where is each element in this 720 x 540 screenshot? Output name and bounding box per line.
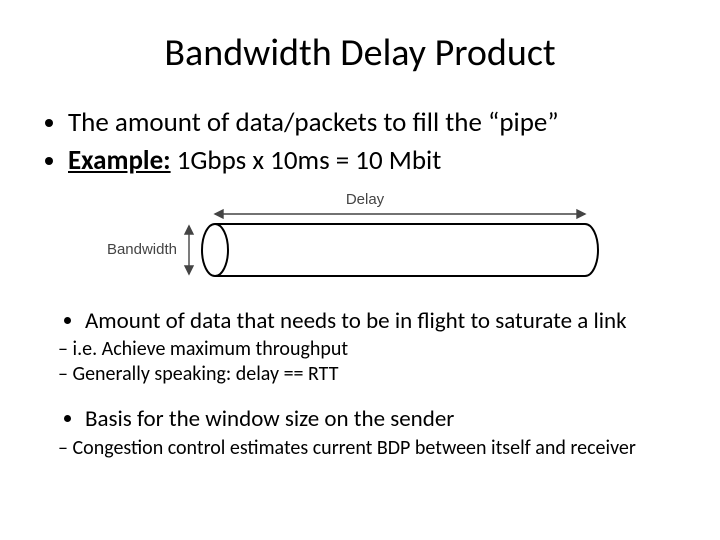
delay-label: Delay [346, 192, 385, 208]
bandwidth-arrow [185, 226, 193, 274]
bullet-example: Example: 1Gbps x 10ms = 10 Mbit [68, 144, 690, 178]
sub-delay-rtt: Generally speaking: delay == RTT [58, 362, 690, 387]
window-sub-list: Congestion control estimates current BDP… [30, 436, 690, 461]
sub-congestion-control: Congestion control estimates current BDP… [58, 436, 690, 461]
bullet-saturate: Amount of data that needs to be in fligh… [85, 307, 690, 336]
bullet-window-size: Basis for the window size on the sender [85, 405, 690, 434]
delay-arrow [215, 210, 585, 218]
bandwidth-label: Bandwidth [107, 241, 177, 258]
slide: Bandwidth Delay Product The amount of da… [0, 0, 720, 540]
saturate-sub-list: i.e. Achieve maximum throughput Generall… [30, 337, 690, 387]
example-value: 1Gbps x 10ms = 10 Mbit [171, 144, 442, 177]
example-label: Example: [68, 144, 171, 177]
pipe-cylinder [202, 224, 598, 276]
bottom-bullet-list: Amount of data that needs to be in fligh… [30, 307, 690, 336]
top-bullet-list: The amount of data/packets to fill the “… [30, 106, 690, 178]
bullet-definition: The amount of data/packets to fill the “… [68, 106, 690, 140]
slide-title: Bandwidth Delay Product [30, 30, 690, 76]
pipe-figure: Delay Bandwidth [30, 192, 690, 287]
sub-throughput: i.e. Achieve maximum throughput [58, 337, 690, 362]
pipe-diagram-svg: Delay Bandwidth [105, 192, 615, 287]
bottom-bullet-list-2: Basis for the window size on the sender [30, 405, 690, 434]
